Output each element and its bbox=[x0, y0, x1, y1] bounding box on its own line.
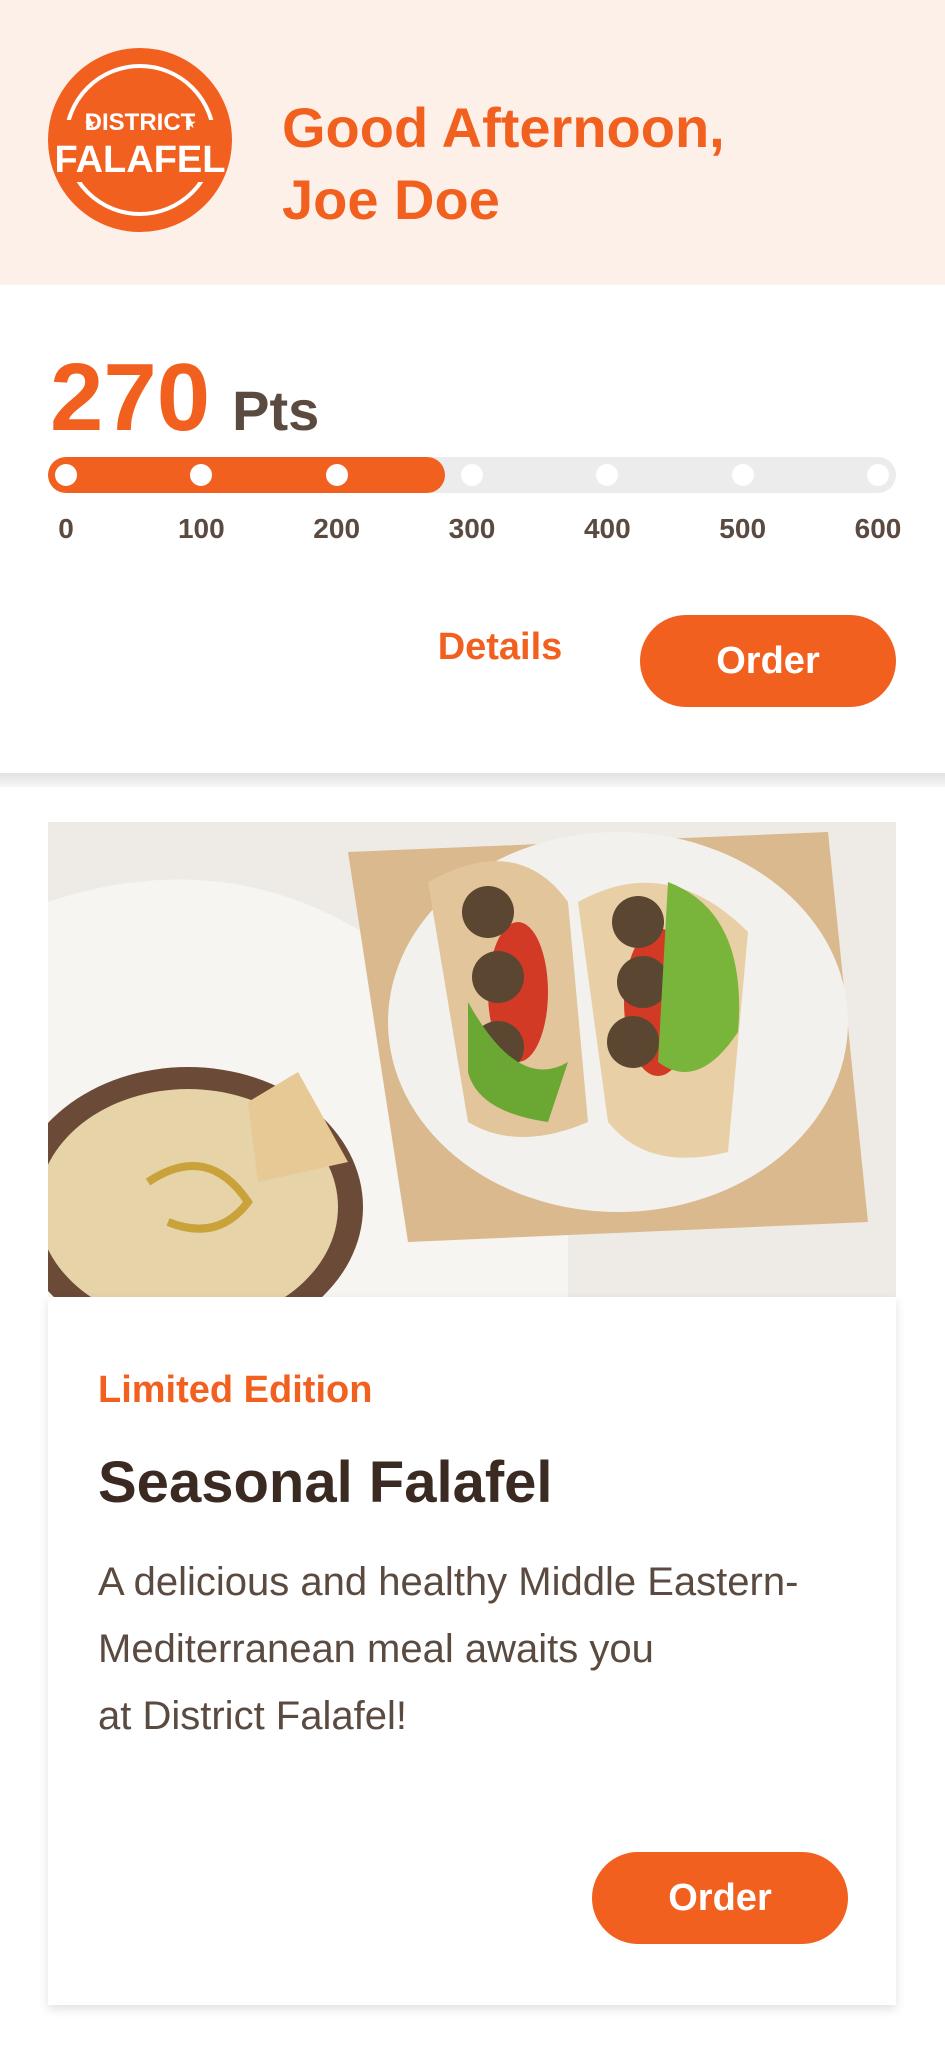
progress-tick-label: 200 bbox=[313, 513, 361, 544]
progress-tick-label: 100 bbox=[177, 513, 225, 544]
details-button[interactable]: Details bbox=[410, 615, 590, 679]
progress-tick-label: 300 bbox=[448, 513, 496, 544]
promo-description-line: A delicious and healthy Middle Eastern- bbox=[98, 1560, 799, 1604]
section-divider bbox=[0, 773, 945, 787]
promo-order-button[interactable]: Order bbox=[592, 1852, 848, 1944]
points-balance: 270 Pts bbox=[50, 348, 319, 448]
promo-card: Limited Edition Seasonal Falafel A delic… bbox=[48, 1297, 896, 2005]
district-falafel-logo[interactable]: DISTRICT FALAFEL ★ ★ bbox=[48, 48, 232, 232]
progress-dot bbox=[596, 464, 619, 486]
svg-text:★: ★ bbox=[184, 115, 197, 131]
promo-title: Seasonal Falafel bbox=[98, 1450, 553, 1515]
progress-dot bbox=[55, 464, 77, 486]
svg-text:FALAFEL: FALAFEL bbox=[55, 139, 226, 181]
points-progress-bar bbox=[48, 457, 896, 493]
promo-description: A delicious and healthy Middle Eastern- … bbox=[98, 1549, 858, 1750]
progress-dot bbox=[731, 464, 754, 486]
greeting-line: Good Afternoon, bbox=[282, 96, 725, 159]
greeting: Good Afternoon, Joe Doe bbox=[282, 92, 725, 236]
progress-dot bbox=[867, 464, 889, 486]
progress-dot bbox=[325, 464, 348, 486]
promo-description-line: at District Falafel! bbox=[98, 1694, 407, 1738]
points-value: 270 bbox=[50, 344, 211, 451]
svg-text:DISTRICT: DISTRICT bbox=[85, 109, 196, 136]
progress-tick-label: 500 bbox=[719, 513, 767, 544]
progress-tick-label: 0 bbox=[58, 513, 74, 544]
points-progress-fill bbox=[48, 457, 446, 493]
svg-text:★: ★ bbox=[84, 115, 97, 131]
points-unit: Pts bbox=[232, 379, 320, 442]
progress-tick-label: 600 bbox=[854, 513, 902, 544]
progress-tick-label: 400 bbox=[583, 513, 631, 544]
progress-dot bbox=[461, 464, 483, 486]
promo-image bbox=[48, 822, 896, 1297]
user-name: Joe Doe bbox=[282, 168, 500, 231]
points-card: 270 Pts 0 100 200 300 400 500 600 Details Order bbox=[0, 285, 945, 773]
promo-description-line: Mediterranean meal awaits you bbox=[98, 1627, 654, 1671]
order-button[interactable]: Order bbox=[640, 615, 896, 707]
header: DISTRICT FALAFEL ★ ★ Good Afternoon, Joe… bbox=[0, 0, 945, 285]
promo-tag: Limited Edition bbox=[98, 1369, 373, 1411]
